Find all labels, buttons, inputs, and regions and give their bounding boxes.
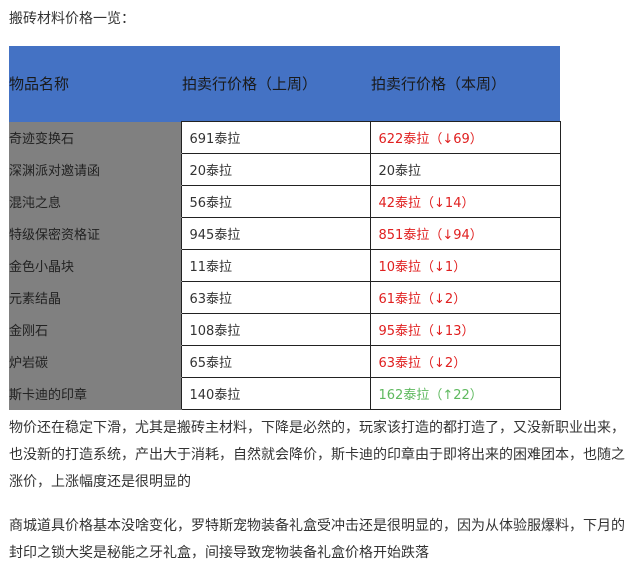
table-row: 深渊派对邀请函 20泰拉 20泰拉 [9, 153, 561, 186]
item-name-cell: 奇迹变换石 [9, 121, 181, 154]
this-week-price-cell: 61泰拉（↓2） [369, 281, 561, 314]
item-name-cell: 特级保密资格证 [9, 217, 181, 250]
this-week-price-cell: 10泰拉（↓1） [369, 249, 561, 282]
last-week-price-cell: 56泰拉 [180, 185, 371, 218]
item-name-cell: 元素结晶 [9, 281, 181, 314]
market-analysis-paragraph: 物价还在稳定下滑，尤其是搬砖主材料，下降是必然的，玩家该打造的都打造了，又没新职… [9, 420, 625, 490]
last-week-price-cell: 20泰拉 [180, 153, 371, 186]
last-week-price-cell: 108泰拉 [180, 313, 371, 346]
item-name-cell: 深渊派对邀请函 [9, 153, 181, 186]
price-table: 物品名称 拍卖行价格（上周） 拍卖行价格（本周） 奇迹变换石 691泰拉 622泰拉… [9, 46, 561, 410]
header-last-week-price: 拍卖行价格（上周） [181, 46, 370, 122]
table-row: 混沌之息 56泰拉 42泰拉（↓14） [9, 185, 561, 218]
last-week-price-cell: 140泰拉 [180, 377, 371, 410]
table-header: 物品名称 拍卖行价格（上周） 拍卖行价格（本周） [9, 46, 560, 122]
this-week-price-cell: 20泰拉 [369, 153, 561, 186]
table-row: 金色小晶块 11泰拉 10泰拉（↓1） [9, 249, 561, 282]
table-body: 奇迹变换石 691泰拉 622泰拉（↓69） 深渊派对邀请函 20泰拉 20泰拉 混沌之息 5… [9, 121, 561, 410]
this-week-price-cell: 42泰拉（↓14） [369, 185, 561, 218]
last-week-price-cell: 63泰拉 [180, 281, 371, 314]
item-name-cell: 金刚石 [9, 313, 181, 346]
this-week-price-cell: 63泰拉（↓2） [369, 345, 561, 378]
last-week-price-cell: 65泰拉 [180, 345, 371, 378]
this-week-price-cell: 162泰拉（↑22） [369, 377, 561, 410]
table-row: 炉岩碳 65泰拉 63泰拉（↓2） [9, 345, 561, 378]
intro-heading: 搬砖材料价格一览： [9, 11, 135, 27]
item-name-cell: 斯卡迪的印章 [9, 377, 181, 410]
this-week-price-cell: 95泰拉（↓13） [369, 313, 561, 346]
item-name-cell: 炉岩碳 [9, 345, 181, 378]
last-week-price-cell: 691泰拉 [180, 121, 371, 154]
table-row: 元素结晶 63泰拉 61泰拉（↓2） [9, 281, 561, 314]
table-row: 斯卡迪的印章 140泰拉 162泰拉（↑22） [9, 377, 561, 410]
mall-items-paragraph: 商城道具价格基本没啥变化，罗特斯宠物装备礼盒受冲击还是很明显的，因为从体验服爆料… [9, 518, 625, 561]
last-week-price-cell: 11泰拉 [180, 249, 371, 282]
last-week-price-cell: 945泰拉 [180, 217, 371, 250]
header-item-name: 物品名称 [9, 46, 181, 122]
table-row: 特级保密资格证 945泰拉 851泰拉（↓94） [9, 217, 561, 250]
table-row: 奇迹变换石 691泰拉 622泰拉（↓69） [9, 121, 561, 154]
header-this-week-price: 拍卖行价格（本周） [370, 46, 560, 122]
this-week-price-cell: 622泰拉（↓69） [369, 121, 561, 154]
item-name-cell: 混沌之息 [9, 185, 181, 218]
this-week-price-cell: 851泰拉（↓94） [369, 217, 561, 250]
header-row: 物品名称 拍卖行价格（上周） 拍卖行价格（本周） [9, 46, 560, 122]
item-name-cell: 金色小晶块 [9, 249, 181, 282]
table-row: 金刚石 108泰拉 95泰拉（↓13） [9, 313, 561, 346]
